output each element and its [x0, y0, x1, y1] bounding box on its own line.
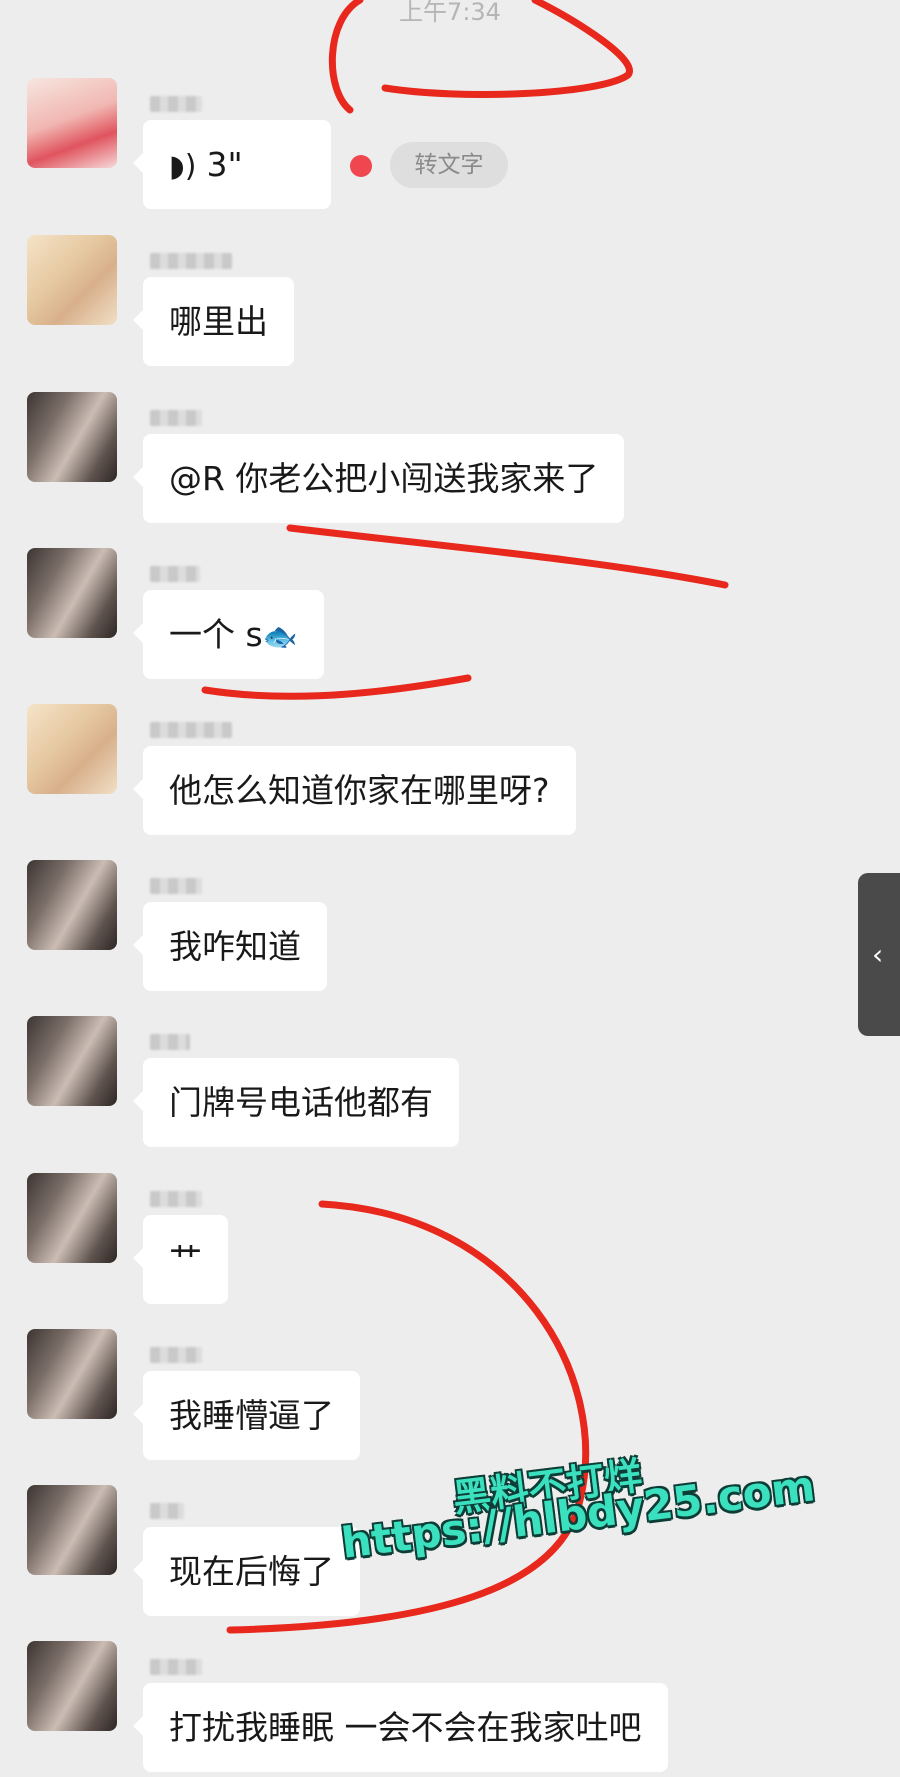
unread-dot — [350, 155, 372, 177]
message-bubble[interactable]: 艹 — [133, 1215, 228, 1304]
annotation-underline-2 — [201, 674, 472, 700]
message-bubble[interactable]: 现在后悔了 — [133, 1527, 360, 1616]
sender-name-blurred — [150, 566, 200, 582]
avatar[interactable] — [27, 78, 117, 168]
avatar[interactable] — [27, 860, 117, 950]
voice-duration: 3" — [206, 145, 243, 184]
avatar[interactable] — [27, 1173, 117, 1263]
sidebar-collapse-handle[interactable]: ‹ — [858, 873, 900, 1036]
sender-name-blurred — [150, 722, 232, 738]
chevron-left-icon: ‹ — [872, 938, 884, 971]
avatar[interactable] — [27, 1641, 117, 1731]
avatar[interactable] — [27, 1329, 117, 1419]
message-bubble[interactable]: 哪里出 — [133, 277, 294, 366]
message-bubble[interactable]: 打扰我睡眠 一会不会在我家吐吧 — [133, 1683, 668, 1772]
message-bubble[interactable]: 我睡懵逼了 — [133, 1371, 360, 1460]
voice-wave-icon: ◗) — [169, 149, 197, 184]
sender-name-blurred — [150, 253, 232, 269]
sender-name-blurred — [150, 878, 202, 894]
sender-name-blurred — [150, 96, 202, 112]
sender-name-blurred — [150, 1503, 184, 1519]
sender-name-blurred — [150, 1347, 202, 1363]
message-bubble[interactable]: 一个 s🐟 — [133, 590, 324, 679]
avatar[interactable] — [27, 392, 117, 482]
annotation-underline-1 — [286, 524, 729, 589]
sender-name-blurred — [150, 1034, 190, 1050]
avatar[interactable] — [27, 235, 117, 325]
avatar[interactable] — [27, 548, 117, 638]
fish-emoji: 🐟 — [262, 620, 298, 653]
message-bubble[interactable]: @R 你老公把小闯送我家来了 — [132, 434, 625, 523]
sender-name-blurred — [150, 1659, 202, 1675]
voice-message-bubble[interactable]: ◗) 3" — [133, 120, 331, 209]
sender-name-blurred — [150, 410, 202, 426]
convert-to-text-button[interactable]: 转文字 — [390, 142, 508, 188]
sender-name-blurred — [150, 1191, 202, 1207]
message-text: 一个 s — [169, 615, 263, 654]
avatar[interactable] — [27, 704, 117, 794]
message-bubble[interactable]: 门牌号电话他都有 — [133, 1058, 459, 1147]
avatar[interactable] — [27, 1016, 117, 1106]
avatar[interactable] — [27, 1485, 117, 1575]
message-timestamp: 上午7:34 — [399, 0, 501, 26]
message-bubble[interactable]: 我咋知道 — [133, 902, 327, 991]
message-bubble[interactable]: 他怎么知道你家在哪里呀? — [133, 746, 576, 835]
